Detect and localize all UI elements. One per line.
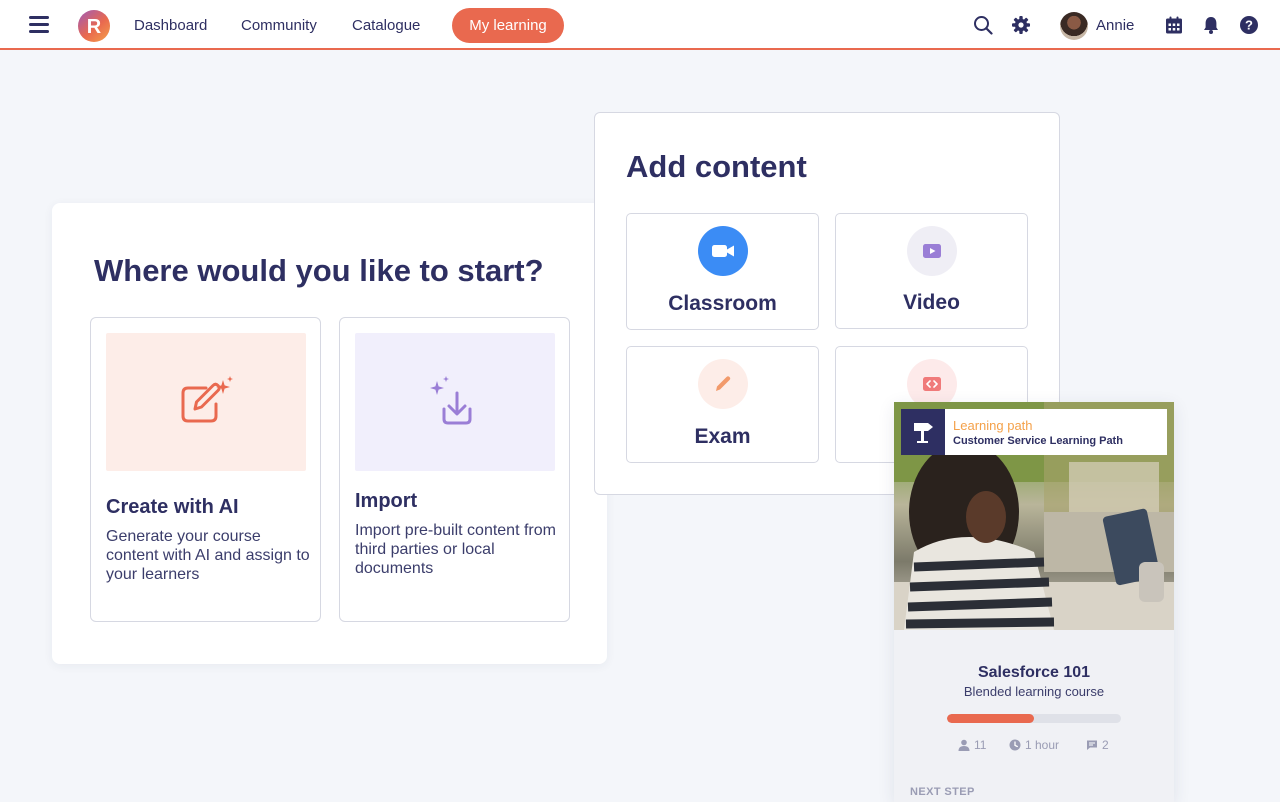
comment-icon [1087, 740, 1097, 750]
progress-bar [947, 714, 1121, 723]
play-icon [907, 226, 957, 276]
duration-value: 1 hour [1025, 738, 1060, 752]
signpost-icon [901, 409, 945, 455]
tile-label: Exam [694, 425, 751, 448]
tile-label: Video [903, 291, 960, 314]
course-type: Blended learning course [963, 684, 1105, 699]
menu-icon[interactable] [29, 16, 49, 34]
learning-path-kicker: Learning path [953, 418, 1033, 433]
calendar-icon[interactable] [1164, 15, 1184, 35]
tile-label: Classroom [668, 292, 777, 315]
learning-path-name: Customer Service Learning Path [953, 435, 1123, 447]
option-title: Import [355, 490, 418, 512]
learning-path-card[interactable]: Learning path Customer Service Learning … [894, 402, 1174, 802]
bell-icon[interactable] [1201, 15, 1221, 35]
avatar[interactable] [1060, 12, 1088, 40]
pencil-icon [698, 359, 748, 409]
tile-video[interactable]: Video [835, 213, 1028, 329]
nav-dashboard[interactable]: Dashboard [134, 17, 207, 34]
user-name[interactable]: Annie [1096, 17, 1134, 34]
learners-value: 11 [974, 738, 987, 752]
start-card: Where would you like to start? Create wi… [52, 203, 607, 664]
start-title: Where would you like to start? [94, 253, 544, 288]
nav-my-learning[interactable]: My learning [452, 8, 564, 43]
import-option[interactable]: Import Import pre-built content from thi… [339, 317, 570, 622]
next-step-label: NEXT STEP [910, 786, 975, 798]
option-description: Generate your course content with AI and… [106, 528, 310, 583]
nav-catalogue[interactable]: Catalogue [352, 17, 420, 34]
tile-classroom[interactable]: Classroom [626, 213, 819, 330]
help-icon[interactable]: ? [1239, 15, 1259, 35]
nav-community[interactable]: Community [241, 17, 317, 34]
top-navigation-bar: R Dashboard Community Catalogue My learn… [0, 0, 1280, 50]
import-thumbnail [355, 333, 555, 471]
edit-sparkle-icon [181, 376, 233, 423]
learners-count: 11 [958, 738, 986, 752]
app-logo[interactable]: R [78, 10, 110, 42]
person-icon [958, 739, 970, 751]
option-title: Create with AI [106, 496, 239, 518]
clock-icon [1009, 739, 1021, 751]
learning-path-header: Learning path Customer Service Learning … [901, 409, 1167, 455]
course-title: Salesforce 101 [977, 664, 1091, 681]
comments-value: 2 [1102, 738, 1109, 752]
search-icon[interactable] [973, 15, 993, 35]
create-with-ai-option[interactable]: Create with AI Generate your course cont… [90, 317, 321, 622]
tile-exam[interactable]: Exam [626, 346, 819, 463]
course-photo: Learning path Customer Service Learning … [894, 402, 1174, 630]
progress-fill [947, 714, 1034, 723]
video-camera-icon [698, 226, 748, 276]
duration: 1 hour [1009, 738, 1059, 752]
option-description: Import pre-built content from third part… [355, 522, 556, 577]
import-icon [430, 376, 472, 425]
create-with-ai-thumbnail [106, 333, 306, 471]
add-content-title: Add content [626, 149, 807, 184]
comments-count: 2 [1086, 738, 1109, 752]
gear-icon[interactable] [1011, 15, 1031, 35]
svg-text:?: ? [1245, 18, 1253, 33]
svg-text:R: R [87, 16, 102, 38]
